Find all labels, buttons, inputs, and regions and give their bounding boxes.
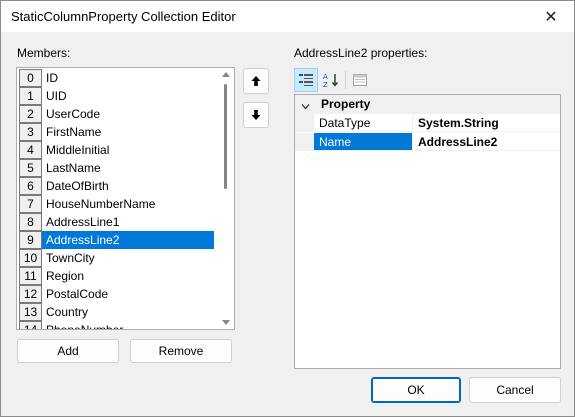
item-index: 9 xyxy=(19,231,42,249)
item-name: UserCode xyxy=(46,107,101,121)
item-name: PhoneNumber xyxy=(46,323,124,330)
property-name: Name xyxy=(314,133,413,151)
property-pages-icon xyxy=(353,74,367,86)
item-index: 11 xyxy=(19,267,42,285)
list-item[interactable]: 11 Region xyxy=(17,267,216,285)
property-pages-button[interactable] xyxy=(348,68,372,92)
list-item[interactable]: 4 MiddleInitial xyxy=(17,141,216,159)
scroll-up-icon[interactable] xyxy=(222,72,230,77)
list-item[interactable]: 1 UID xyxy=(17,87,216,105)
property-value[interactable]: AddressLine2 xyxy=(414,133,560,151)
svg-text:Z: Z xyxy=(323,81,328,88)
list-item[interactable]: 5 LastName xyxy=(17,159,216,177)
item-index: 12 xyxy=(19,285,42,303)
cancel-button[interactable]: Cancel xyxy=(469,377,561,403)
item-name: PostalCode xyxy=(46,287,109,301)
arrow-up-icon xyxy=(251,76,261,86)
item-name: AddressLine1 xyxy=(46,215,120,229)
list-item[interactable]: 10 TownCity xyxy=(17,249,216,267)
list-item[interactable]: 9 AddressLine2 xyxy=(17,231,216,249)
item-index: 2 xyxy=(19,105,42,123)
collapse-chevron-icon[interactable] xyxy=(301,100,310,114)
property-row[interactable]: DataType System.String xyxy=(295,114,560,132)
close-icon[interactable]: ✕ xyxy=(528,1,574,32)
categorized-icon xyxy=(299,74,313,86)
list-item[interactable]: 3 FirstName xyxy=(17,123,216,141)
svg-text:A: A xyxy=(323,73,328,81)
item-index: 7 xyxy=(19,195,42,213)
list-item[interactable]: 7 HouseNumberName xyxy=(17,195,216,213)
item-name: Country xyxy=(46,305,89,319)
categorized-button[interactable] xyxy=(294,68,318,92)
list-item[interactable]: 14 PhoneNumber xyxy=(17,321,216,330)
list-item[interactable]: 2 UserCode xyxy=(17,105,216,123)
list-item[interactable]: 13 Country xyxy=(17,303,216,321)
item-index: 5 xyxy=(19,159,42,177)
toolbar-separator xyxy=(345,71,346,89)
sort-alphabetical-icon: A Z xyxy=(323,73,339,88)
category-row-property[interactable]: Property xyxy=(295,95,560,114)
item-index: 6 xyxy=(19,177,42,195)
item-name: UID xyxy=(46,89,67,103)
item-name: HouseNumberName xyxy=(46,197,156,211)
item-name: TownCity xyxy=(46,251,95,265)
property-row[interactable]: Name AddressLine2 xyxy=(295,133,560,151)
arrow-down-icon xyxy=(251,110,261,120)
item-name: DateOfBirth xyxy=(46,179,109,193)
row-gutter xyxy=(295,133,314,151)
move-up-button[interactable] xyxy=(243,68,269,94)
title-bar: StaticColumnProperty Collection Editor ✕ xyxy=(1,1,574,32)
list-item[interactable]: 6 DateOfBirth xyxy=(17,177,216,195)
property-name: DataType xyxy=(314,114,413,132)
item-name: MiddleInitial xyxy=(46,143,110,157)
add-button[interactable]: Add xyxy=(17,339,119,363)
item-index: 3 xyxy=(19,123,42,141)
item-name: LastName xyxy=(46,161,101,175)
item-index: 13 xyxy=(19,303,42,321)
list-item[interactable]: 12 PostalCode xyxy=(17,285,216,303)
scroll-down-icon[interactable] xyxy=(222,320,230,325)
alphabetical-button[interactable]: A Z xyxy=(319,68,343,92)
remove-button[interactable]: Remove xyxy=(130,339,232,363)
item-index: 4 xyxy=(19,141,42,159)
property-grid[interactable]: Property DataType System.String Name Addres… xyxy=(294,94,561,369)
item-index: 1 xyxy=(19,87,42,105)
property-value[interactable]: System.String xyxy=(414,114,560,132)
window-title: StaticColumnProperty Collection Editor xyxy=(11,9,236,24)
item-name: ID xyxy=(46,71,58,85)
item-index: 14 xyxy=(19,321,42,329)
item-index: 10 xyxy=(19,249,42,267)
item-name: FirstName xyxy=(46,125,102,139)
scroll-thumb[interactable] xyxy=(224,84,227,189)
item-name: AddressLine2 xyxy=(42,231,214,249)
collection-editor-dialog: StaticColumnProperty Collection Editor ✕… xyxy=(0,0,575,417)
list-item[interactable]: 8 AddressLine1 xyxy=(17,213,216,231)
properties-label: AddressLine2 properties: xyxy=(294,46,428,60)
members-label: Members: xyxy=(17,46,71,60)
members-scrollbar[interactable] xyxy=(217,68,234,329)
move-down-button[interactable] xyxy=(243,102,269,128)
ok-button[interactable]: OK xyxy=(371,377,461,403)
members-list[interactable]: 14 PhoneNumber 13 Country 12 PostalCode 11 Regi… xyxy=(16,67,235,330)
row-gutter xyxy=(295,114,314,132)
category-label: Property xyxy=(321,97,371,111)
list-item[interactable]: 0 ID xyxy=(17,69,216,87)
item-index: 8 xyxy=(19,213,42,231)
item-index: 0 xyxy=(19,69,42,87)
item-name: Region xyxy=(46,269,85,283)
